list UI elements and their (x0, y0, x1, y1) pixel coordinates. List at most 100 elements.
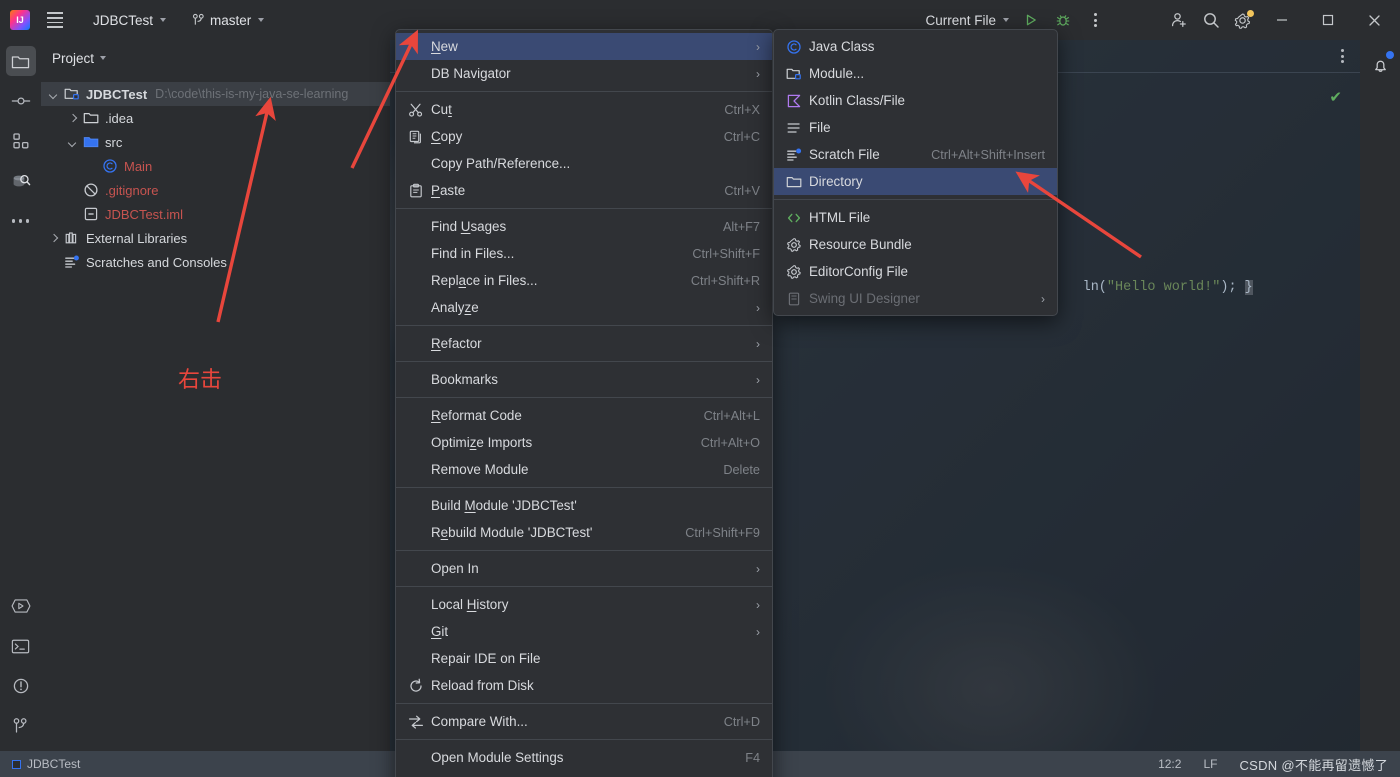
menu-item-file[interactable]: File (774, 114, 1057, 141)
sidebar-item-database[interactable] (6, 166, 36, 196)
status-line-separator[interactable]: LF (1203, 757, 1217, 771)
run-configuration-selector[interactable]: Current File (918, 10, 1016, 31)
chevron-open-icon[interactable] (66, 135, 80, 149)
vcs-branch-chip[interactable]: master (185, 10, 271, 31)
menu-item-compare-with[interactable]: Compare With... Ctrl+D (396, 708, 772, 735)
project-context-menu[interactable]: New › DB Navigator › Cut Ctrl+X Copy Ctrl+C Copy… (395, 29, 773, 777)
project-name-chip[interactable]: JDBCTest (86, 10, 173, 31)
menu-item-kotlin-class-file[interactable]: Kotlin Class/File (774, 87, 1057, 114)
menu-item-find-usages[interactable]: Find Usages Alt+F7 (396, 213, 772, 240)
terminal-icon (11, 639, 30, 653)
menu-item-db-navigator[interactable]: DB Navigator › (396, 60, 772, 87)
sidebar-item-terminal[interactable] (6, 631, 36, 661)
menu-item-cut[interactable]: Cut Ctrl+X (396, 96, 772, 123)
menu-item-reformat-code[interactable]: Reformat Code Ctrl+Alt+L (396, 402, 772, 429)
maximize-window-button[interactable] (1306, 0, 1350, 40)
tree-item-external-libraries[interactable]: External Libraries (41, 226, 390, 250)
menu-item-open-in[interactable]: Open In › (396, 555, 772, 582)
menu-item-git[interactable]: Git › (396, 618, 772, 645)
new-submenu[interactable]: Java Class Module... Kotlin Class/File File… (773, 29, 1058, 316)
menu-item-java-class[interactable]: Java Class (774, 33, 1057, 60)
close-window-button[interactable] (1352, 0, 1396, 40)
sidebar-item-project[interactable] (5, 46, 36, 76)
menu-item-editorconfig-file[interactable]: EditorConfig File (774, 258, 1057, 285)
inspection-status-ok-icon[interactable]: ✔ (1329, 88, 1342, 106)
settings-update-badge (1247, 10, 1254, 17)
menu-item-refactor[interactable]: Refactor › (396, 330, 772, 357)
menu-item-repair-ide-on-file[interactable]: Repair IDE on File (396, 645, 772, 672)
tree-item--idea[interactable]: .idea (41, 106, 390, 130)
menu-item-copy-path-reference[interactable]: Copy Path/Reference... (396, 150, 772, 177)
add-account-button[interactable] (1164, 6, 1194, 34)
menu-item-reload-from-disk[interactable]: Reload from Disk (396, 672, 772, 699)
status-module-label[interactable]: JDBCTest (27, 757, 80, 771)
menu-item-shortcut: Ctrl+Alt+Shift+Insert (931, 147, 1045, 162)
sidebar-item-notifications[interactable] (1365, 50, 1395, 80)
menu-item-shortcut: Ctrl+Shift+F9 (685, 525, 760, 540)
sidebar-item-git[interactable] (6, 711, 36, 741)
menu-item-module[interactable]: Module... (774, 60, 1057, 87)
search-everywhere-button[interactable] (1196, 6, 1226, 34)
menu-item-html-file[interactable]: HTML File (774, 204, 1057, 231)
chevron-open-icon[interactable] (47, 87, 61, 101)
chevron-right-icon: › (756, 336, 760, 351)
sidebar-item-structure[interactable] (6, 126, 36, 156)
menu-separator (396, 325, 772, 326)
project-tree[interactable]: JDBCTest D:\code\this-is-my-java-se-learn… (41, 76, 390, 274)
tree-item-jdbctest[interactable]: JDBCTest D:\code\this-is-my-java-se-learn… (41, 82, 390, 106)
gitignore-icon (82, 182, 100, 198)
menu-item-new[interactable]: New › (396, 33, 772, 60)
chevron-right-icon: › (756, 39, 760, 54)
module-icon (12, 759, 21, 769)
menu-item-open-module-settings[interactable]: Open Module Settings F4 (396, 744, 772, 771)
source-folder-icon (83, 137, 99, 148)
paste-icon (410, 183, 422, 197)
sidebar-item-run[interactable] (6, 591, 36, 621)
sidebar-item-more[interactable] (6, 206, 36, 236)
sidebar-item-commit[interactable] (6, 86, 36, 116)
menu-item-resource-bundle[interactable]: Resource Bundle (774, 231, 1057, 258)
swing-ui-icon (786, 291, 806, 307)
chevron-closed-icon[interactable] (66, 111, 80, 125)
minimize-window-button[interactable] (1260, 0, 1304, 40)
menu-item-analyze[interactable]: Analyze › (396, 294, 772, 321)
tree-item--gitignore[interactable]: .gitignore (41, 178, 390, 202)
chevron-closed-icon[interactable] (47, 231, 61, 245)
code-closing-brace: } (1244, 280, 1253, 295)
main-menu-burger-icon[interactable] (42, 7, 68, 33)
menu-item-build-module-jdbctest[interactable]: Build Module 'JDBCTest' (396, 492, 772, 519)
menu-item-local-history[interactable]: Local History › (396, 591, 772, 618)
menu-item-label: Remove Module (431, 462, 529, 477)
menu-item-copy[interactable]: Copy Ctrl+C (396, 123, 772, 150)
menu-item-rebuild-module-jdbctest[interactable]: Rebuild Module 'JDBCTest' Ctrl+Shift+F9 (396, 519, 772, 546)
tree-item-jdbctest-iml[interactable]: JDBCTest.iml (41, 202, 390, 226)
sidebar-item-problems[interactable] (6, 671, 36, 701)
menu-item-label: DB Navigator (431, 66, 511, 81)
html-file-icon (787, 213, 801, 222)
chevron-down-icon[interactable] (100, 56, 107, 60)
module-icon (786, 66, 806, 82)
menu-item-paste[interactable]: Paste Ctrl+V (396, 177, 772, 204)
menu-item-shortcut: Ctrl+C (723, 129, 760, 144)
source-folder-icon (82, 134, 100, 150)
settings-button[interactable] (1228, 6, 1258, 34)
copy-icon (409, 130, 421, 143)
tree-item-main[interactable]: Main (41, 154, 390, 178)
menu-item-bookmarks[interactable]: Bookmarks › (396, 366, 772, 393)
status-caret-position[interactable]: 12:2 (1158, 757, 1181, 771)
menu-item-scratch-file[interactable]: Scratch File Ctrl+Alt+Shift+Insert (774, 141, 1057, 168)
menu-item-replace-in-files[interactable]: Replace in Files... Ctrl+Shift+R (396, 267, 772, 294)
menu-item-shortcut: Ctrl+Shift+R (690, 273, 760, 288)
menu-item-directory[interactable]: Directory (774, 168, 1057, 195)
tree-item-src[interactable]: src (41, 130, 390, 154)
editor-more-actions-icon[interactable] (1335, 45, 1350, 67)
menu-item-find-in-files[interactable]: Find in Files... Ctrl+Shift+F (396, 240, 772, 267)
chevron-right-icon: › (756, 597, 760, 612)
menu-item-add-framework-support[interactable]: Add Framework Support... (396, 771, 772, 777)
menu-item-optimize-imports[interactable]: Optimize Imports Ctrl+Alt+O (396, 429, 772, 456)
more-actions-button[interactable] (1080, 6, 1110, 34)
menu-item-remove-module[interactable]: Remove Module Delete (396, 456, 772, 483)
tree-item-scratches-and-consoles[interactable]: Scratches and Consoles (41, 250, 390, 274)
